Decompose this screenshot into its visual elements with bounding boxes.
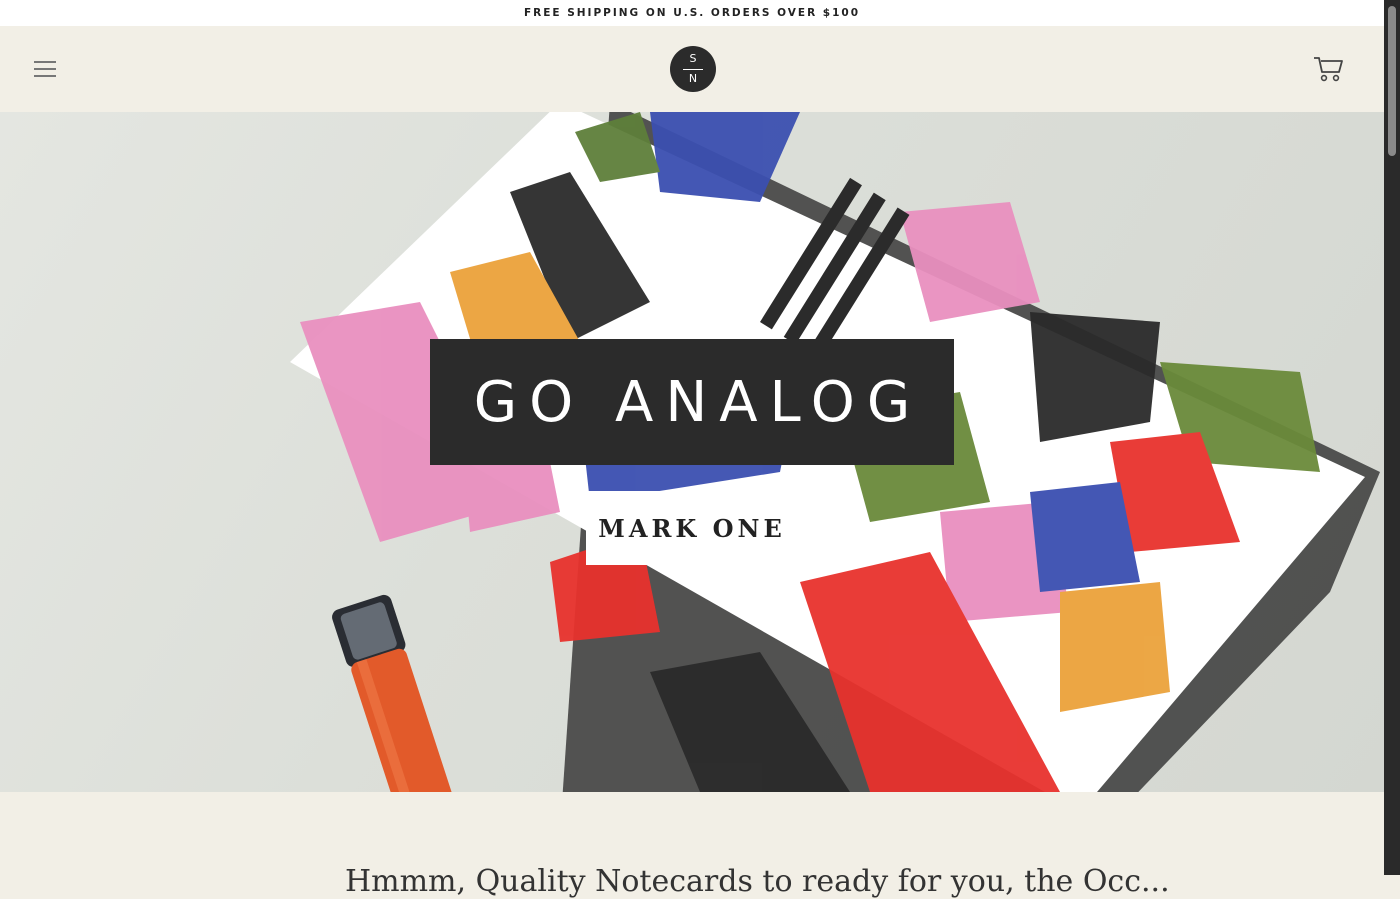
intro-text: Hmmm, Quality Notecards to ready for you…: [345, 864, 1170, 899]
hero-title-text: GO ANALOG: [473, 369, 923, 435]
cart-icon[interactable]: [1312, 52, 1344, 84]
hero-banner: GO ANALOG MARK ONE: [0, 112, 1384, 792]
site-header: S N: [0, 26, 1384, 112]
announcement-bar: FREE SHIPPING ON U.S. ORDERS OVER $100: [0, 0, 1384, 26]
hamburger-menu-icon[interactable]: [34, 57, 58, 81]
logo-letter-top: S: [689, 52, 697, 65]
announcement-text: FREE SHIPPING ON U.S. ORDERS OVER $100: [523, 7, 861, 19]
logo[interactable]: S N: [670, 46, 716, 92]
page-scrollbar[interactable]: [1384, 0, 1400, 875]
mark-one-button-label: MARK ONE: [598, 513, 786, 543]
logo-rule: [683, 69, 703, 70]
hero-title: GO ANALOG: [430, 339, 954, 465]
scrollbar-thumb[interactable]: [1388, 6, 1396, 156]
mark-one-button[interactable]: MARK ONE: [586, 491, 798, 565]
logo-letter-bottom: N: [688, 72, 698, 85]
intro-section: Hmmm, Quality Notecards to ready for you…: [0, 792, 1384, 899]
